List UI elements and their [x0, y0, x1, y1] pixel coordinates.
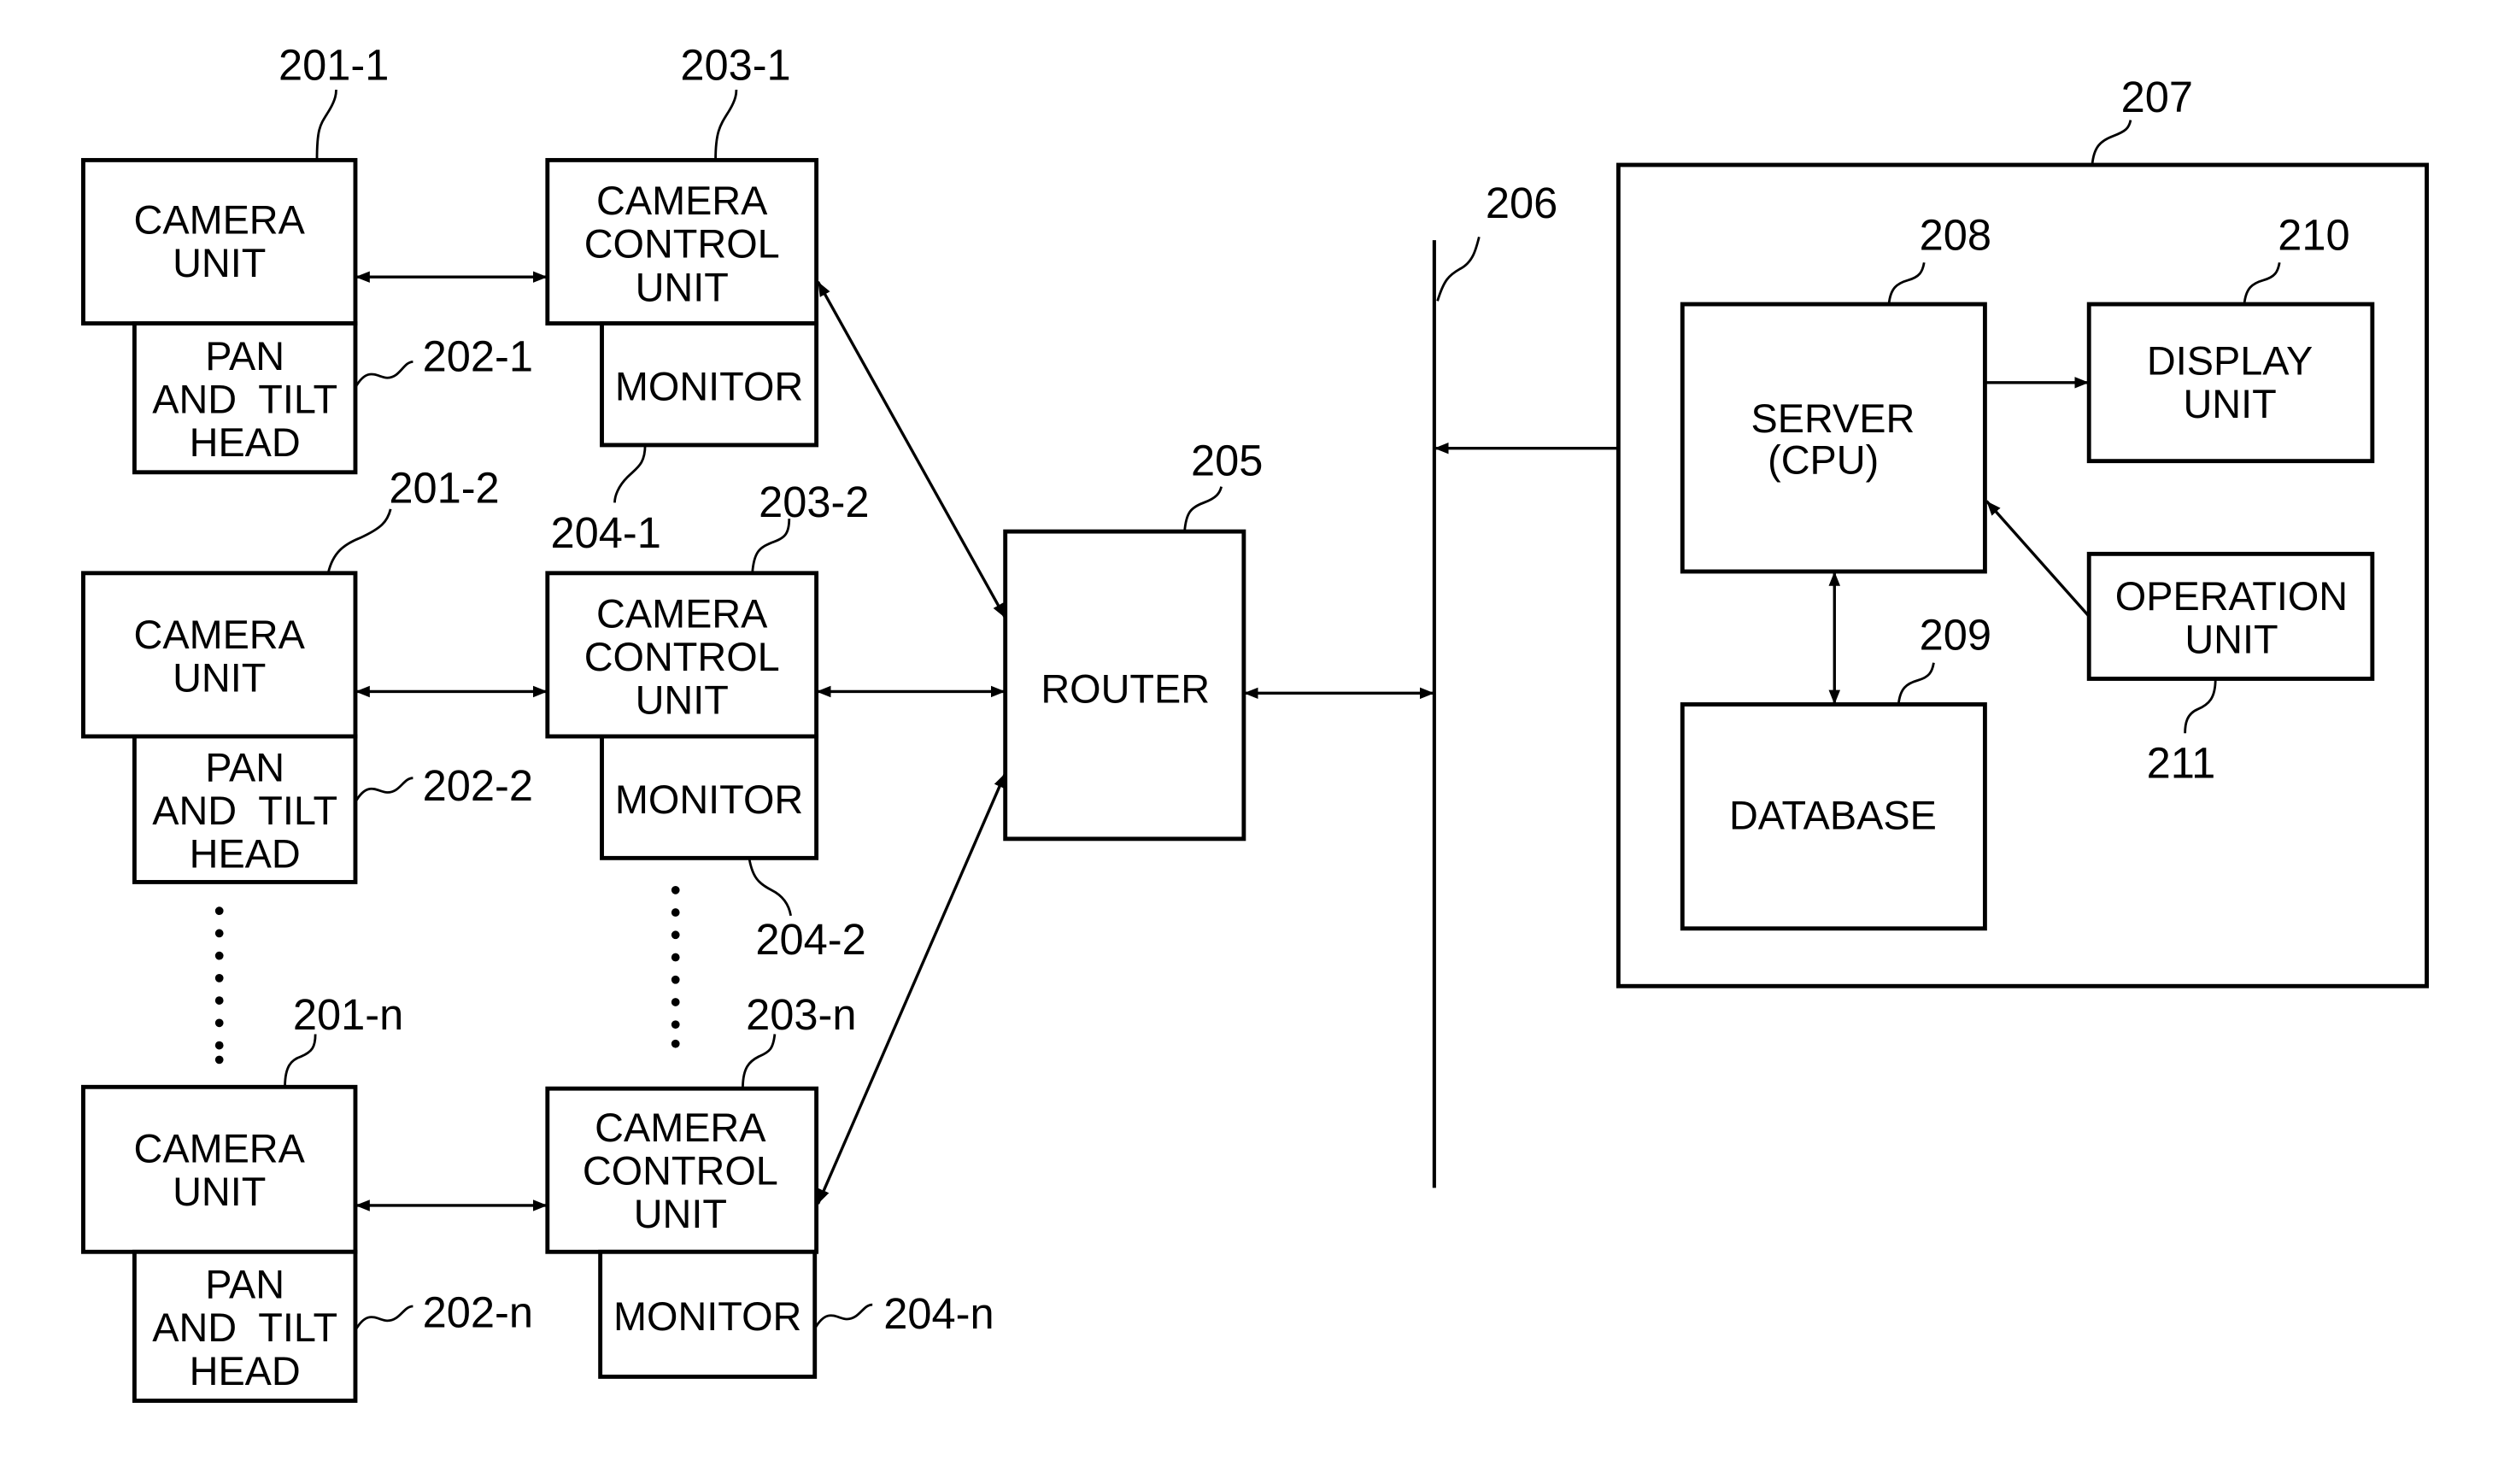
leader-line [326, 508, 392, 574]
ref-202-1: 202-1 [423, 332, 533, 381]
camera-unit-label: CAMERA [134, 1126, 306, 1170]
ccu-label: CAMERA [595, 1106, 766, 1150]
server-label: SERVER [1751, 396, 1915, 441]
leader-line [1436, 236, 1481, 302]
ref-207: 207 [2121, 73, 2193, 121]
ref-201-1: 201-1 [279, 41, 389, 90]
system-block-diagram: CAMERA UNIT 201-1 PAN AND TILT HEAD 202-… [80, 41, 2430, 1403]
camera-unit-label: CAMERA [134, 198, 306, 243]
network-206: 206 [1432, 179, 1557, 1188]
camera-group-2: CAMERA UNIT 201-2 PAN AND TILT HEAD 202-… [80, 463, 870, 964]
system-207: 207 SERVER (CPU) 208 DISPLAY UNIT 210 OP… [1616, 73, 2430, 988]
ref-208: 208 [1920, 210, 1991, 259]
pan-tilt-label: HEAD [190, 832, 301, 877]
ref-204-n: 204-n [883, 1289, 994, 1338]
display-unit-label: DISPLAY [2147, 338, 2313, 383]
camera-unit-label: UNIT [173, 241, 266, 285]
pan-tilt-label: PAN [205, 1263, 284, 1307]
operation-unit-label: OPERATION [2115, 574, 2348, 619]
ccu-label: UNIT [636, 678, 729, 723]
leader-line [813, 1303, 873, 1329]
ref-202-2: 202-2 [423, 761, 533, 810]
operation-unit-label: UNIT [2185, 618, 2278, 662]
ref-211: 211 [2147, 739, 2216, 788]
leader-line [354, 1305, 413, 1331]
ref-202-n: 202-n [423, 1288, 533, 1336]
ref-210: 210 [2278, 210, 2349, 259]
ccu-label: CONTROL [584, 222, 780, 267]
ref-204-2: 204-2 [755, 915, 865, 964]
ccu-label: UNIT [634, 1192, 727, 1236]
ref-201-2: 201-2 [389, 463, 499, 512]
ref-209: 209 [1920, 611, 1991, 660]
camera-unit-label: UNIT [173, 1170, 266, 1214]
monitor-label: MONITOR [615, 777, 803, 822]
ref-206: 206 [1486, 179, 1557, 227]
router-205: ROUTER 205 [1003, 437, 1263, 842]
pan-tilt-label: AND TILT [152, 377, 337, 421]
pan-tilt-label: HEAD [190, 1349, 301, 1393]
monitor-label: MONITOR [615, 364, 803, 408]
leader-line [748, 858, 793, 917]
ellipsis-ccus [671, 885, 680, 1048]
ccu-label: UNIT [636, 265, 729, 309]
leader-line [1183, 486, 1223, 532]
ccu1-router-link [817, 280, 1007, 619]
leader-line [315, 89, 337, 161]
ellipsis-cameras [214, 906, 224, 1065]
database-label: DATABASE [1729, 794, 1937, 838]
ref-201-n: 201-n [293, 990, 403, 1039]
ccu-label: CAMERA [596, 592, 768, 636]
leader-line [742, 1034, 777, 1089]
leader-line [751, 519, 791, 573]
leader-line [2091, 120, 2132, 166]
leader-line [354, 361, 413, 389]
camera-group-n: CAMERA UNIT 201-n PAN AND TILT HEAD 202-… [80, 990, 994, 1403]
pan-tilt-label: AND TILT [152, 1305, 337, 1350]
leader-line [354, 777, 413, 803]
ref-204-1: 204-1 [551, 508, 661, 557]
monitor-label: MONITOR [613, 1294, 801, 1339]
ref-203-1: 203-1 [680, 41, 790, 90]
ref-203-n: 203-n [746, 990, 856, 1039]
ref-203-2: 203-2 [759, 478, 869, 526]
ref-205: 205 [1191, 437, 1263, 485]
ccun-router-link [816, 772, 1007, 1205]
camera-unit-label: CAMERA [134, 613, 306, 657]
leader-line [613, 444, 647, 503]
ccu-label: CONTROL [584, 635, 780, 679]
leader-line [284, 1034, 317, 1088]
pan-tilt-label: PAN [205, 745, 284, 789]
camera-unit-label: UNIT [173, 655, 266, 700]
leader-line [714, 89, 738, 161]
pan-tilt-label: PAN [205, 334, 284, 378]
ccu-label: CAMERA [596, 179, 768, 223]
server-label: (CPU) [1768, 438, 1879, 483]
pan-tilt-label: AND TILT [152, 789, 337, 833]
display-unit-label: UNIT [2183, 382, 2276, 426]
router-label: ROUTER [1041, 667, 1210, 712]
pan-tilt-label: HEAD [190, 420, 301, 465]
ccu-label: CONTROL [583, 1149, 778, 1194]
